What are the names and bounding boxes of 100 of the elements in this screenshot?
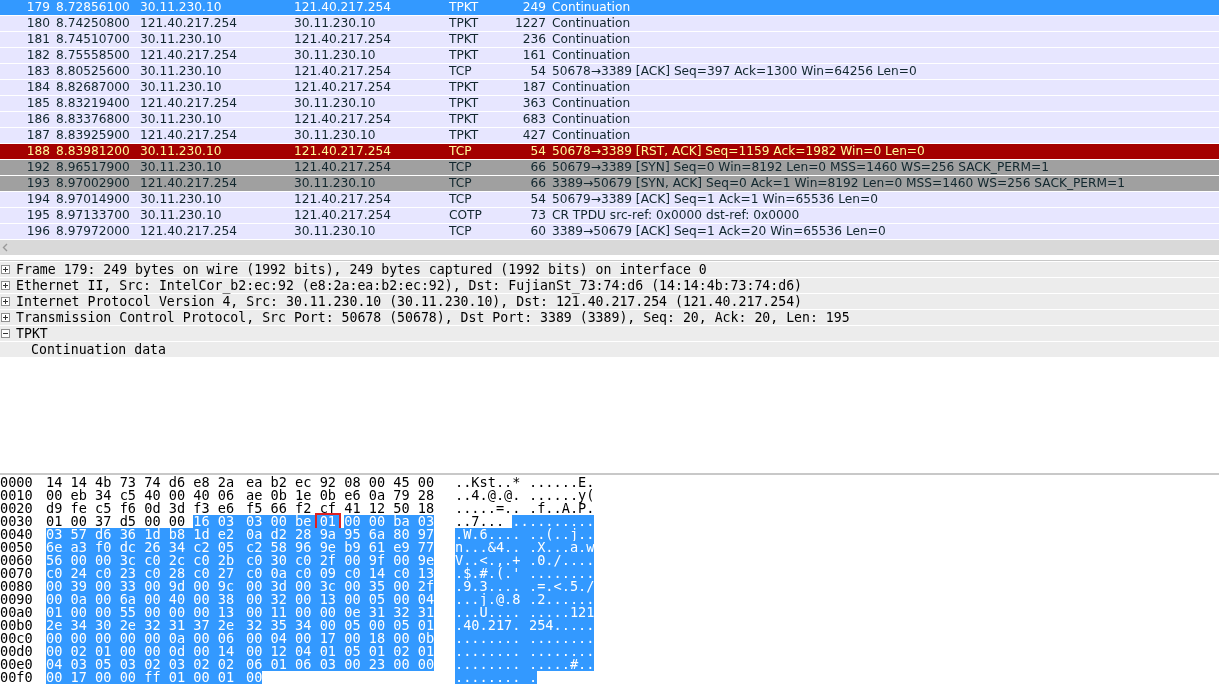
tree-row[interactable]: Transmission Control Protocol, Src Port: 50678 (50678), Dst Port: 3389 (3389), Seq: 20, Ack: 20, Len: 195 bbox=[0, 310, 1219, 326]
hex-offset: 00a0 bbox=[0, 606, 34, 619]
tree-row[interactable]: Frame 179: 249 bytes on wire (1992 bits), 249 bytes captured (1992 bits) on interface 0 bbox=[0, 262, 1219, 278]
packet-row[interactable]: 184 8.82687000 30.11.230.10 121.40.217.254 TPKT 187 Continuation bbox=[0, 80, 1219, 96]
table-cell-text: 193 bbox=[25, 177, 50, 190]
table-cell-text: TPKT bbox=[449, 1, 480, 14]
table-cell-text: 54 bbox=[529, 145, 546, 158]
hex-bytes: c0 0a c0 09 c0 14 c0 13 bbox=[246, 567, 435, 580]
table-cell-text: 121.40.217.254 bbox=[294, 145, 392, 158]
table-cell-text: 30.11.230.10 bbox=[294, 17, 377, 30]
table-cell-text: 187 bbox=[521, 81, 546, 94]
packet-row[interactable]: 185 8.83219400 121.40.217.254 30.11.230.10 TPKT 363 Continuation bbox=[0, 96, 1219, 112]
hex-offset: 0050 bbox=[0, 541, 34, 554]
tree-row[interactable]: Ethernet II, Src: IntelCor_b2:ec:92 (e8:2a:ea:b2:ec:92), Dst: FujianSt_73:74:d6 (14:14:4b:73:74:d6) bbox=[0, 278, 1219, 294]
table-cell-text: 30.11.230.10 bbox=[294, 49, 377, 62]
horizontal-scrollbar[interactable] bbox=[0, 240, 1219, 255]
packet-row[interactable]: 188 8.83981200 30.11.230.10 121.40.217.254 TCP 54 50678→3389 [RST, ACK] Seq=1159 Ack=1982 Win=0 Len=0 bbox=[0, 144, 1219, 160]
table-cell-text: TPKT bbox=[449, 33, 480, 46]
table-cell-text: 8.96517900 bbox=[56, 161, 131, 174]
ascii-text: ........ bbox=[455, 645, 529, 658]
hex-bytes: 16 03 bbox=[193, 515, 246, 528]
expand-icon[interactable] bbox=[1, 265, 10, 274]
expand-icon[interactable] bbox=[1, 297, 10, 306]
packet-row[interactable]: 186 8.83376800 30.11.230.10 121.40.217.254 TPKT 683 Continuation bbox=[0, 112, 1219, 128]
tree-item[interactable]: Frame 179: 249 bytes on wire (1992 bits), 249 bytes captured (1992 bits) on interface 0 bbox=[16, 259, 707, 280]
ascii-text: ..7... bbox=[455, 515, 506, 528]
table-cell-text: 363 bbox=[521, 97, 546, 110]
packet-row[interactable]: 193 8.97002900 121.40.217.254 30.11.230.10 TCP 66 3389→50679 [SYN, ACK] Seq=0 Ack=1 Win=8192 Len=0 MSS=1460 WS=256 SACK_PERM=1 bbox=[0, 176, 1219, 192]
table-cell-text: 8.97002900 bbox=[56, 177, 131, 190]
table-cell-text: 8.74250800 bbox=[56, 17, 131, 30]
table-cell-text: 182 bbox=[25, 49, 50, 62]
hex-bytes: c0 30 c0 2f 00 9f 00 9e bbox=[246, 554, 435, 567]
table-cell-text: TPKT bbox=[449, 97, 480, 110]
packet-row[interactable]: 187 8.83925900 121.40.217.254 30.11.230.10 TPKT 427 Continuation bbox=[0, 128, 1219, 144]
table-cell: 50679→3389 [ACK] Seq=1 Ack=1 Win=65536 Len=0 bbox=[552, 193, 878, 206]
hex-bytes: 01 00 00 55 00 00 00 13 bbox=[46, 606, 246, 619]
hex-offset: 0030 bbox=[0, 515, 34, 528]
hex-offset: 0070 bbox=[0, 567, 34, 580]
ascii-text: ......E. bbox=[529, 476, 595, 489]
hex-bytes: 00 00 00 00 00 0a 00 06 bbox=[46, 632, 246, 645]
hex-bytes: 01 bbox=[316, 515, 340, 528]
table-cell: 50679→3389 [SYN] Seq=0 Win=8192 Len=0 MSS=1460 WS=256 SACK_PERM=1 bbox=[552, 161, 1049, 174]
packet-row[interactable]: 181 8.74510700 30.11.230.10 121.40.217.254 TPKT 236 Continuation bbox=[0, 32, 1219, 48]
packet-row[interactable]: 192 8.96517900 30.11.230.10 121.40.217.254 TCP 66 50679→3389 [SYN] Seq=0 Win=8192 Len=0 MSS=1460 WS=256 SACK_PERM=1 bbox=[0, 160, 1219, 176]
table-cell-text: 186 bbox=[25, 113, 50, 126]
table-cell-text: 427 bbox=[521, 129, 546, 142]
table-cell-text: 30.11.230.10 bbox=[294, 129, 377, 142]
hex-bytes: 01 00 37 d5 00 00 bbox=[46, 515, 187, 528]
table-cell-text: 192 bbox=[25, 161, 50, 174]
hex-offset: 0000 bbox=[0, 476, 34, 489]
ascii-text: ..Kst..* bbox=[455, 476, 521, 489]
table-cell: Continuation bbox=[552, 129, 631, 142]
hex-bytes: 04 03 05 03 02 03 02 02 bbox=[46, 658, 246, 671]
hex-bytes: 00 39 00 33 00 9d 00 9c bbox=[46, 580, 246, 593]
table-cell: Continuation bbox=[552, 33, 631, 46]
ascii-text: .W.6.... bbox=[455, 528, 529, 541]
table-cell-text: 121.40.217.254 bbox=[294, 1, 392, 14]
hex-bytes: 2e 34 30 2e 32 31 37 2e bbox=[46, 619, 246, 632]
table-cell-text: TCP bbox=[449, 177, 473, 190]
hex-bytes: 00 3d 00 3c 00 35 00 2f bbox=[246, 580, 435, 593]
collapse-icon[interactable] bbox=[1, 329, 10, 338]
table-cell-text: 30.11.230.10 bbox=[140, 145, 223, 158]
expand-icon[interactable] bbox=[1, 281, 10, 290]
table-cell-text: TPKT bbox=[449, 113, 480, 126]
table-cell-text: 8.83925900 bbox=[56, 129, 131, 142]
hex-bytes: 00 00 ba 03 bbox=[344, 515, 435, 528]
table-cell-text: 30.11.230.10 bbox=[140, 113, 223, 126]
table-cell-text: 184 bbox=[25, 81, 50, 94]
table-cell-text: 8.72856100 bbox=[56, 1, 131, 14]
ascii-text: .2...... bbox=[529, 593, 595, 606]
table-cell-text: 8.83376800 bbox=[56, 113, 131, 126]
ascii-text: .$.#.(.' bbox=[455, 567, 529, 580]
hex-bytes: 00 04 00 17 00 18 00 0b bbox=[246, 632, 435, 645]
table-cell-text: 30.11.230.10 bbox=[140, 161, 223, 174]
ascii-text: .40.217. bbox=[455, 619, 529, 632]
ascii-text: .f..A.P. bbox=[529, 502, 595, 515]
hex-bytes: 00 12 04 01 05 01 02 01 bbox=[246, 645, 435, 658]
table-cell-text: 236 bbox=[521, 33, 546, 46]
packet-row[interactable]: 194 8.97014900 30.11.230.10 121.40.217.254 TCP 54 50679→3389 [ACK] Seq=1 Ack=1 Win=65536 Len=0 bbox=[0, 192, 1219, 208]
packet-row[interactable]: 196 8.97972000 121.40.217.254 30.11.230.10 TCP 60 3389→50679 [ACK] Seq=1 Ack=20 Win=65536 Len=0 bbox=[0, 224, 1219, 240]
hex-bytes: 00 eb 34 c5 40 00 40 06 bbox=[46, 489, 235, 502]
packet-row[interactable]: 183 8.80525600 30.11.230.10 121.40.217.254 TCP 54 50678→3389 [ACK] Seq=397 Ack=1300 Win=64256 Len=0 bbox=[0, 64, 1219, 80]
table-cell-text: 30.11.230.10 bbox=[140, 65, 223, 78]
expand-icon[interactable] bbox=[1, 313, 10, 322]
hex-bytes: 00 32 00 13 00 05 00 04 bbox=[246, 593, 435, 606]
tree-row[interactable]: TPKT bbox=[0, 326, 1219, 342]
packet-row[interactable]: 195 8.97133700 30.11.230.10 121.40.217.254 COTP 73 CR TPDU src-ref: 0x0000 dst-ref: 0x0000 bbox=[0, 208, 1219, 224]
table-cell-text: 185 bbox=[25, 97, 50, 110]
table-cell-text: 54 bbox=[529, 65, 546, 78]
packet-row[interactable]: 180 8.74250800 121.40.217.254 30.11.230.10 TPKT 1227 Continuation bbox=[0, 16, 1219, 32]
hex-bytes: c2 58 96 9e b9 61 e9 77 bbox=[246, 541, 435, 554]
table-cell-text: 194 bbox=[25, 193, 50, 206]
table-cell-text: 60 bbox=[529, 225, 546, 238]
packet-row[interactable]: 182 8.75558500 121.40.217.254 30.11.230.10 TPKT 161 Continuation bbox=[0, 48, 1219, 64]
tree-row[interactable]: Internet Protocol Version 4, Src: 30.11.230.10 (30.11.230.10), Dst: 121.40.217.254 (121.40.217.254) bbox=[0, 294, 1219, 310]
table-cell-text: 121.40.217.254 bbox=[294, 65, 392, 78]
table-cell-text: 183 bbox=[25, 65, 50, 78]
table-cell-text: 30.11.230.10 bbox=[294, 177, 377, 190]
ascii-text: ........ bbox=[529, 567, 595, 580]
tree-row[interactable]: Continuation data bbox=[0, 342, 1219, 358]
